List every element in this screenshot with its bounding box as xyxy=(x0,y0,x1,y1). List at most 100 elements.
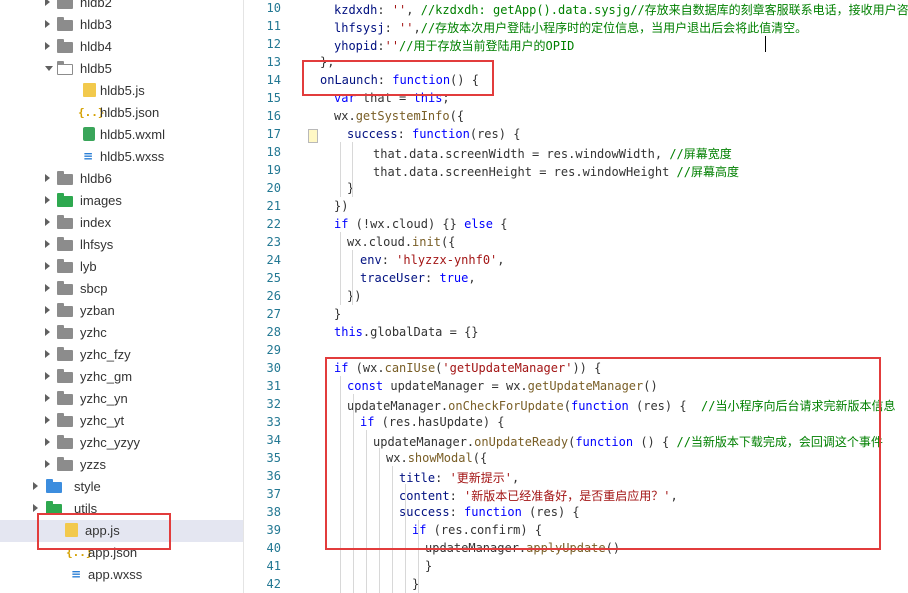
code-line[interactable]: 10 kzdxdh: '', //kzdxdh: getApp().data.sy… xyxy=(244,0,908,17)
code-line[interactable]: 42} xyxy=(244,575,908,593)
code-line[interactable]: 41} xyxy=(244,557,908,575)
js-file-icon xyxy=(83,83,96,97)
chevron-right-icon[interactable] xyxy=(45,438,50,446)
code-line[interactable]: 14 onLaunch: function() { xyxy=(244,71,908,89)
explorer-item-app-wxss[interactable]: ≡ app.wxss xyxy=(0,564,243,586)
code-line[interactable]: 12 yhopid:''//用于存放当前登陆用户的OPID xyxy=(244,35,908,53)
chevron-right-icon[interactable] xyxy=(45,218,50,226)
explorer-item-yzhc-yn[interactable]: yzhc_yn xyxy=(0,388,243,410)
code-line[interactable]: 39 if (res.confirm) { xyxy=(244,521,908,539)
code-line[interactable]: 36 title: '更新提示', xyxy=(244,467,908,485)
code-line[interactable]: 29 xyxy=(244,341,908,359)
explorer-item-hldb4[interactable]: hldb4 xyxy=(0,36,243,58)
chevron-right-icon[interactable] xyxy=(45,328,50,336)
chevron-right-icon[interactable] xyxy=(45,42,50,50)
explorer-item-app-json[interactable]: {..} app.json xyxy=(0,542,243,564)
explorer-item-yzzs[interactable]: yzzs xyxy=(0,454,243,476)
explorer-item-label: hldb5.json xyxy=(100,105,160,120)
code-line[interactable]: 35 wx.showModal({ xyxy=(244,449,908,467)
code-editor[interactable]: 10 kzdxdh: '', //kzdxdh: getApp().data.sy… xyxy=(244,0,908,593)
chevron-right-icon[interactable] xyxy=(45,240,50,248)
explorer-item-hldb5-js[interactable]: hldb5.js xyxy=(0,80,243,102)
explorer-item-app-js[interactable]: app.js xyxy=(0,520,243,542)
chevron-right-icon[interactable] xyxy=(45,306,50,314)
explorer-item-hldb5-wxss[interactable]: ≡ hldb5.wxss xyxy=(0,146,243,168)
explorer-item-hldb5-json[interactable]: {..} hldb5.json xyxy=(0,102,243,124)
explorer-item-label: app.wxss xyxy=(88,567,143,582)
code-line[interactable]: 32 updateManager.onCheckForUpdate(functio… xyxy=(244,395,908,413)
chevron-right-icon[interactable] xyxy=(45,350,50,358)
explorer-item-hldb6[interactable]: hldb6 xyxy=(0,168,243,190)
code-text: }, xyxy=(320,55,335,69)
explorer-item-lyb[interactable]: lyb xyxy=(0,256,243,278)
indent-guide xyxy=(366,430,367,593)
explorer-item-hldb5[interactable]: hldb5 xyxy=(0,58,243,80)
explorer-item-hldb5-wxml[interactable]: hldb5.wxml xyxy=(0,124,243,146)
explorer-item-hldb2[interactable]: hldb2 xyxy=(0,0,243,14)
chevron-right-icon[interactable] xyxy=(45,416,50,424)
chevron-right-icon[interactable] xyxy=(45,262,50,270)
code-line[interactable]: 23 wx.cloud.init({ xyxy=(244,233,908,251)
code-line[interactable]: 25 traceUser: true, xyxy=(244,269,908,287)
line-number: 17 xyxy=(266,127,281,141)
code-line[interactable]: 15 var that = this; xyxy=(244,89,908,107)
chevron-right-icon[interactable] xyxy=(45,372,50,380)
chevron-down-icon[interactable] xyxy=(45,66,53,71)
code-line[interactable]: 37 content: '新版本已经准备好，是否重启应用？', xyxy=(244,485,908,503)
explorer-item-label: style xyxy=(74,479,101,494)
code-line[interactable]: 34 updateManager.onUpdateReady(function (… xyxy=(244,431,908,449)
code-line[interactable]: 19 that.data.screenHeight = res.windowHei… xyxy=(244,161,908,179)
line-number: 36 xyxy=(266,469,281,483)
line-number: 30 xyxy=(266,361,281,375)
explorer-item-yzban[interactable]: yzban xyxy=(0,300,243,322)
explorer-item-label: lhfsys xyxy=(80,237,114,252)
chevron-right-icon[interactable] xyxy=(45,284,50,292)
explorer-item-index[interactable]: index xyxy=(0,212,243,234)
code-line[interactable]: 18 that.data.screenWidth = res.windowWidt… xyxy=(244,143,908,161)
folder-icon xyxy=(57,347,73,361)
explorer-item-yzhc[interactable]: yzhc xyxy=(0,322,243,344)
chevron-right-icon[interactable] xyxy=(45,460,50,468)
line-number: 27 xyxy=(266,307,281,321)
line-number: 16 xyxy=(266,109,281,123)
chevron-right-icon[interactable] xyxy=(33,504,38,512)
explorer-item-sbcp[interactable]: sbcp xyxy=(0,278,243,300)
code-line[interactable]: 22 if (!wx.cloud) {} else { xyxy=(244,215,908,233)
code-line[interactable]: 31 const updateManager = wx.getUpdateMana… xyxy=(244,377,908,395)
code-line[interactable]: 28 this.globalData = {} xyxy=(244,323,908,341)
code-line[interactable]: 26}) xyxy=(244,287,908,305)
chevron-right-icon[interactable] xyxy=(45,196,50,204)
code-text: if (res.hasUpdate) { xyxy=(360,415,505,429)
chevron-right-icon[interactable] xyxy=(45,20,50,28)
code-line[interactable]: 38 success: function (res) { xyxy=(244,503,908,521)
explorer-item-utils[interactable]: utils xyxy=(0,498,243,520)
code-line[interactable]: 17 success: function(res) { xyxy=(244,125,908,143)
chevron-right-icon[interactable] xyxy=(45,0,50,6)
explorer-item-label: yzzs xyxy=(80,457,106,472)
chevron-right-icon[interactable] xyxy=(45,174,50,182)
explorer-item-yzhc-yzyy[interactable]: yzhc_yzyy xyxy=(0,432,243,454)
explorer-item-lhfsys[interactable]: lhfsys xyxy=(0,234,243,256)
code-line[interactable]: 21}) xyxy=(244,197,908,215)
code-line[interactable]: 33 if (res.hasUpdate) { xyxy=(244,413,908,431)
explorer-item-yzhc-yt[interactable]: yzhc_yt xyxy=(0,410,243,432)
explorer-item-label: yzhc xyxy=(80,325,107,340)
explorer-item-style[interactable]: style xyxy=(0,476,243,498)
code-line[interactable]: 40 updateManager.applyUpdate() xyxy=(244,539,908,557)
code-line[interactable]: 11 lhfsysj: '',//存放本次用户登陆小程序时的定位信息，当用户退出后… xyxy=(244,17,908,35)
code-line[interactable]: 27} xyxy=(244,305,908,323)
code-line[interactable]: 13}, xyxy=(244,53,908,71)
code-line[interactable]: 16 wx.getSystemInfo({ xyxy=(244,107,908,125)
code-line[interactable]: 20} xyxy=(244,179,908,197)
code-text: } xyxy=(347,181,355,195)
explorer-item-images[interactable]: images xyxy=(0,190,243,212)
code-text: var that = this; xyxy=(334,91,450,105)
chevron-right-icon[interactable] xyxy=(45,394,50,402)
explorer-item-yzhc-gm[interactable]: yzhc_gm xyxy=(0,366,243,388)
code-line[interactable]: 24 env: 'hlyzzx-ynhf0', xyxy=(244,251,908,269)
explorer-item-hldb3[interactable]: hldb3 xyxy=(0,14,243,36)
code-line[interactable]: 30 if (wx.canIUse('getUpdateManager')) { xyxy=(244,359,908,377)
explorer-item-label: hldb6 xyxy=(80,171,112,186)
chevron-right-icon[interactable] xyxy=(33,482,38,490)
explorer-item-yzhc-fzy[interactable]: yzhc_fzy xyxy=(0,344,243,366)
